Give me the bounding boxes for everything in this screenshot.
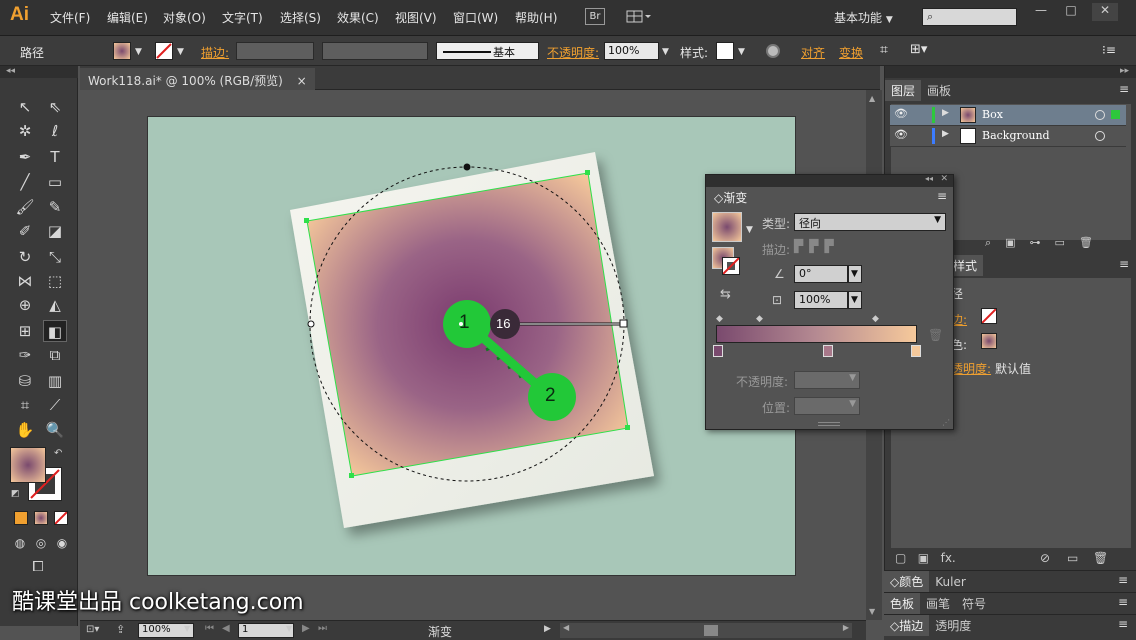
- appearance-opacity-value: 默认值: [995, 362, 1032, 376]
- resize-grip-icon[interactable]: [818, 422, 840, 426]
- add-fill-icon[interactable]: ▣: [918, 551, 929, 565]
- aspect-ratio-icon: ⊡: [772, 293, 783, 307]
- chevron-down-icon[interactable]: ▼: [286, 624, 292, 633]
- chevron-down-icon: ▼: [934, 215, 941, 225]
- status-menu-icon[interactable]: ⊡▾: [86, 624, 99, 635]
- panel-menu-icon[interactable]: ≡: [1119, 82, 1129, 96]
- tab-color[interactable]: ◇颜色: [884, 571, 930, 592]
- color-stop-right[interactable]: [911, 345, 921, 357]
- last-artboard-icon[interactable]: ⏭: [318, 623, 327, 634]
- stroke-gradient-buttons[interactable]: ▛▛▛: [794, 239, 866, 257]
- stop-opacity-label: 不透明度:: [736, 375, 789, 389]
- color-stop-left[interactable]: [713, 345, 723, 357]
- gradient-panel-titlebar[interactable]: ◂◂ ✕: [706, 174, 953, 187]
- horizontal-scrollbar[interactable]: ◀ ▶: [560, 623, 852, 638]
- previous-artboard-icon[interactable]: ◀: [222, 623, 230, 634]
- aspect-ratio-input[interactable]: 100%: [794, 291, 848, 309]
- tab-stroke[interactable]: ◇描边: [884, 615, 930, 636]
- gradient-thumbnail[interactable]: [712, 212, 742, 242]
- resize-corner-icon[interactable]: ⋰: [942, 418, 950, 427]
- gradient-type-select[interactable]: 径向 ▼: [794, 213, 946, 231]
- layer-row-background[interactable]: 👁 ▶ Background: [890, 126, 1126, 147]
- gradient-type-label: 类型:: [762, 217, 791, 231]
- delete-item-icon[interactable]: 🗑: [1093, 551, 1108, 565]
- appearance-stroke-swatch[interactable]: [981, 308, 997, 324]
- expand-triangle-icon[interactable]: ▶: [942, 129, 949, 139]
- visibility-eye-icon[interactable]: 👁: [894, 107, 908, 120]
- layer-name[interactable]: Box: [982, 108, 1003, 121]
- fill-stroke-stroke-icon[interactable]: [722, 257, 740, 275]
- reverse-gradient-icon[interactable]: ⇆: [720, 287, 731, 302]
- aspect-ratio-dropdown[interactable]: ▼: [848, 291, 862, 309]
- share-icon[interactable]: ⇪: [116, 623, 125, 636]
- watermark: 酷课堂出品 coolketang.com: [12, 590, 304, 615]
- collapse-icon[interactable]: ◂◂: [925, 174, 933, 183]
- visibility-eye-icon[interactable]: 👁: [894, 128, 908, 141]
- tab-gradient[interactable]: ◇渐变: [710, 189, 752, 206]
- clear-appearance-icon[interactable]: ⊘: [1040, 551, 1050, 565]
- target-circle-icon[interactable]: [1095, 110, 1105, 120]
- color-stop-middle[interactable]: [823, 345, 833, 357]
- stop-location-label: 位置:: [762, 401, 791, 415]
- tab-transparency[interactable]: 透明度: [929, 615, 977, 636]
- first-artboard-icon[interactable]: ⏮: [205, 623, 214, 634]
- layer-thumbnail: [960, 107, 976, 123]
- gradient-type-value: 径向: [799, 217, 821, 230]
- step-marker-2-label: 2: [545, 385, 556, 406]
- gradient-ellipse-handle-top[interactable]: [463, 163, 471, 171]
- tab-kuler[interactable]: Kuler: [929, 573, 972, 591]
- close-icon[interactable]: ✕: [940, 174, 948, 184]
- angle-icon: ∠: [774, 267, 785, 281]
- tab-brushes[interactable]: 画笔: [920, 593, 956, 614]
- panel-menu-icon[interactable]: ≡: [1119, 257, 1129, 271]
- layer-color-bar: [932, 107, 935, 123]
- appearance-footer: ▢ ▣ fx. ⊘ ▭ 🗑: [895, 551, 1131, 567]
- selection-square-icon[interactable]: [1111, 110, 1120, 119]
- appearance-opacity-label[interactable]: 透明度:: [951, 360, 991, 377]
- panel-menu-icon[interactable]: ≡: [1118, 573, 1128, 587]
- stop-location-input[interactable]: ▼: [794, 397, 860, 415]
- panel-menu-icon[interactable]: ≡: [1118, 595, 1128, 609]
- current-tool-status: 渐变: [428, 625, 453, 639]
- angle-input[interactable]: 0°: [794, 265, 848, 283]
- gradient-panel: ◂◂ ✕ ◇渐变 ≡ ▼ 类型: 径向 ▼ 描边: ▛▛▛ ⇆ ∠ 0° ▼ ⊡ …: [705, 174, 954, 430]
- collapsed-panel-groups: ◇颜色 Kuler ≡ 色板 画笔 符号 ≡ ◇描边 透明度 ≡: [884, 570, 1136, 640]
- fx-icon[interactable]: fx.: [941, 551, 956, 565]
- delete-stop-icon[interactable]: 🗑: [928, 328, 943, 342]
- status-arrow-icon[interactable]: ▶: [544, 624, 551, 634]
- stroke-label: 描边:: [762, 243, 791, 257]
- midpoint-diamond-icon[interactable]: ◆: [756, 314, 763, 324]
- target-circle-icon[interactable]: [1095, 131, 1105, 141]
- counter-badge-label: 16: [496, 316, 511, 331]
- chevron-down-icon[interactable]: ▼: [746, 225, 753, 235]
- layer-row-box[interactable]: 👁 ▶ Box: [890, 105, 1126, 126]
- tab-symbols[interactable]: 符号: [956, 593, 992, 614]
- gradient-ellipse-handle-left[interactable]: [307, 320, 315, 328]
- midpoint-diamond-icon[interactable]: ◆: [872, 314, 879, 324]
- panel-menu-icon[interactable]: ≡: [937, 189, 947, 203]
- tab-layers[interactable]: 图层: [885, 80, 922, 101]
- expand-triangle-icon[interactable]: ▶: [942, 108, 949, 118]
- status-bar: ⊡▾ ⇪ 100% ▼ ⏮ ◀ 1 ▼ ▶ ⏭ 渐变 ▶ ◀ ▶: [80, 620, 866, 640]
- stop-opacity-input[interactable]: ▼: [794, 371, 860, 389]
- layers-footer-icons[interactable]: ⌕▣⊶▭🗑: [985, 236, 1135, 252]
- angle-dropdown[interactable]: ▼: [848, 265, 862, 283]
- tab-artboards[interactable]: 画板: [921, 80, 957, 101]
- appearance-fill-swatch[interactable]: [981, 333, 997, 349]
- duplicate-item-icon[interactable]: ▭: [1067, 551, 1078, 565]
- new-art-icon[interactable]: ▢: [895, 551, 906, 565]
- chevron-down-icon[interactable]: ▼: [184, 624, 190, 633]
- midpoint-diamond-icon[interactable]: ◆: [716, 314, 723, 324]
- next-artboard-icon[interactable]: ▶: [302, 623, 310, 634]
- gradient-end-handle[interactable]: [619, 319, 628, 328]
- gradient-slider[interactable]: [716, 325, 917, 343]
- tab-swatches[interactable]: 色板: [884, 593, 921, 614]
- layer-color-bar: [932, 128, 935, 144]
- layer-name[interactable]: Background: [982, 129, 1050, 142]
- step-marker-1-label: 1: [459, 312, 470, 333]
- dock-collapse-icon[interactable]: ▸▸: [885, 66, 1136, 78]
- panel-menu-icon[interactable]: ≡: [1118, 617, 1128, 631]
- layer-thumbnail: [960, 128, 976, 144]
